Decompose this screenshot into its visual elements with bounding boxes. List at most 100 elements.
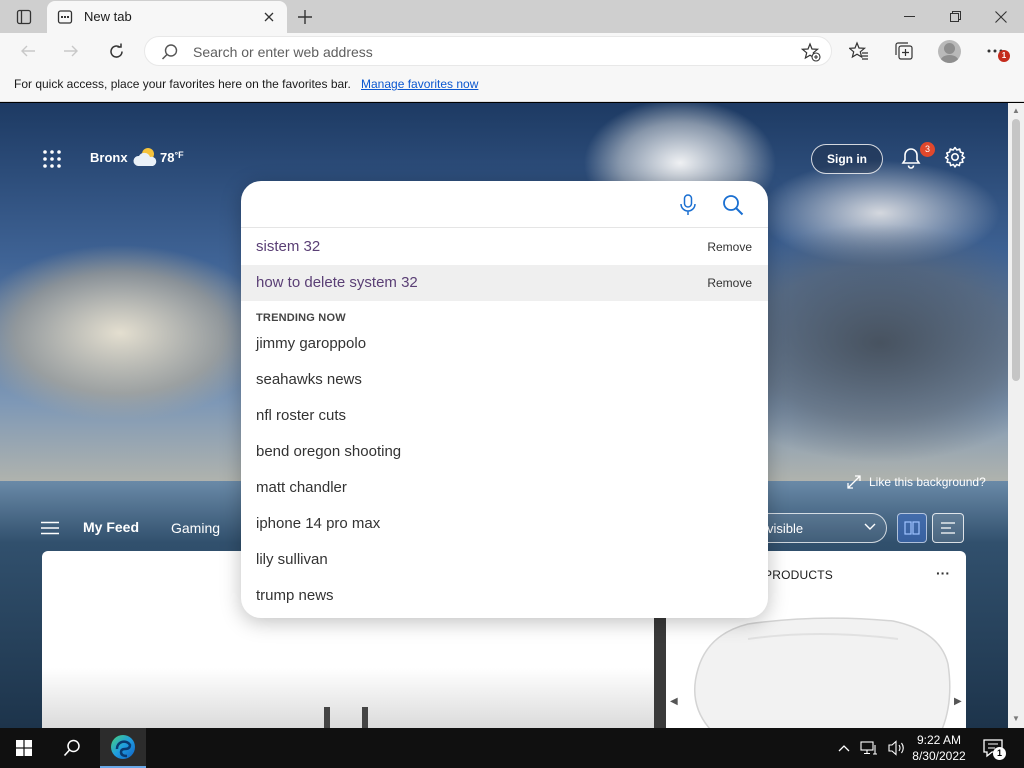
trending-now-heading: TRENDING NOW [256, 312, 346, 324]
search-icon[interactable] [722, 194, 744, 216]
web-search-input[interactable] [256, 191, 656, 219]
notifications-badge: 3 [920, 142, 935, 157]
close-icon [264, 12, 274, 22]
start-button[interactable] [0, 728, 48, 768]
navigation-toolbar: Search or enter web address [0, 33, 1024, 69]
gear-icon[interactable] [944, 146, 966, 168]
suggestion-text: matt chandler [256, 479, 347, 496]
restore-button[interactable] [932, 0, 978, 33]
network-icon[interactable] [860, 741, 878, 755]
suggestion-text: nfl roster cuts [256, 407, 347, 424]
products-card-more-button[interactable]: ··· [936, 565, 950, 581]
windows-taskbar: 9:22 AM 8/30/2022 1 [0, 728, 1024, 768]
trending-suggestion[interactable]: bend oregon shooting [241, 434, 768, 470]
scroll-down-icon[interactable]: ▼ [1012, 714, 1020, 723]
back-button[interactable] [13, 36, 43, 66]
taskbar-search-button[interactable] [48, 728, 96, 768]
edge-logo-icon [111, 735, 135, 759]
system-tray [838, 728, 906, 768]
products-card-title: PRODUCTS [764, 568, 833, 582]
tab-close-button[interactable] [259, 7, 279, 27]
history-suggestion[interactable]: sistem 32 Remove [241, 229, 768, 265]
windows-logo-icon [16, 740, 32, 756]
grid-layout-button[interactable] [897, 513, 927, 543]
forward-button[interactable] [56, 36, 86, 66]
temperature-unit: °F [174, 150, 184, 160]
trending-suggestion[interactable]: matt chandler [241, 470, 768, 506]
like-background-link[interactable]: Like this background? [847, 475, 986, 489]
more-notification-badge: 1 [998, 50, 1010, 62]
card-image-detail [362, 707, 368, 728]
card-divider [654, 618, 666, 728]
history-suggestion[interactable]: how to delete system 32 Remove [241, 265, 768, 301]
weather-location[interactable]: Bronx [90, 150, 128, 165]
app-launcher-icon[interactable] [42, 149, 62, 169]
suggestion-text: jimmy garoppolo [256, 335, 367, 352]
grid-layout-icon [904, 521, 920, 535]
remove-history-button[interactable]: Remove [707, 240, 752, 254]
suggestion-text: seahawks news [256, 371, 362, 388]
trending-suggestion[interactable]: iphone 14 pro max [241, 506, 768, 542]
tab-new-tab[interactable]: New tab [47, 1, 287, 33]
scroll-up-icon[interactable]: ▲ [1012, 106, 1020, 115]
pillow-product-image [694, 617, 951, 728]
tab-gaming[interactable]: Gaming [171, 520, 220, 536]
search-input-row [241, 181, 768, 228]
refresh-icon [109, 43, 123, 58]
partly-cloudy-icon [133, 148, 157, 166]
new-tab-favicon-icon [57, 10, 73, 24]
content-visibility-select[interactable]: ly visible [747, 513, 887, 543]
trending-suggestion[interactable]: trump news [241, 578, 768, 614]
chevron-up-icon[interactable] [838, 744, 850, 752]
action-center-badge: 1 [993, 747, 1006, 760]
search-dropdown: sistem 32 Remove how to delete system 32… [241, 181, 768, 618]
collections-button[interactable] [889, 36, 919, 66]
page-scrollbar[interactable]: ▲ ▼ [1008, 103, 1024, 728]
tab-actions-button[interactable] [8, 4, 40, 30]
suggestion-text: trump news [256, 587, 334, 604]
trending-suggestion[interactable]: jimmy garoppolo [241, 326, 768, 362]
microphone-icon[interactable] [678, 194, 698, 216]
manage-favorites-link[interactable]: Manage favorites now [361, 77, 478, 91]
list-layout-button[interactable] [932, 513, 964, 543]
tab-my-feed[interactable]: My Feed [83, 519, 139, 535]
add-favorite-icon[interactable] [801, 42, 821, 62]
tab-title: New tab [84, 9, 132, 24]
scrollbar-thumb[interactable] [1012, 119, 1020, 381]
refresh-button[interactable] [101, 36, 131, 66]
restore-icon [949, 11, 961, 22]
favorites-bar: For quick access, place your favorites h… [0, 69, 1024, 102]
address-bar[interactable]: Search or enter web address [144, 36, 832, 66]
profile-avatar[interactable] [938, 40, 961, 63]
close-window-button[interactable] [978, 0, 1024, 33]
trending-suggestion[interactable]: seahawks news [241, 362, 768, 398]
chevron-down-icon [864, 523, 876, 530]
search-icon [63, 739, 80, 757]
clock-time: 9:22 AM [916, 733, 962, 747]
address-placeholder: Search or enter web address [193, 44, 373, 60]
minimize-icon [903, 16, 915, 17]
new-tab-button[interactable] [292, 4, 318, 30]
trending-suggestion[interactable]: nfl roster cuts [241, 398, 768, 434]
weather-temperature[interactable]: 78°F [160, 150, 184, 165]
carousel-prev-icon[interactable]: ◀ [670, 696, 678, 707]
temperature-value: 78 [160, 150, 175, 165]
taskbar-edge-button[interactable] [100, 728, 146, 768]
expand-icon [847, 475, 861, 489]
tab-actions-icon [16, 9, 32, 25]
favorites-button[interactable] [844, 36, 874, 66]
remove-history-button[interactable]: Remove [707, 276, 752, 290]
favorites-bar-message: For quick access, place your favorites h… [14, 77, 351, 91]
close-icon [995, 10, 1007, 23]
trending-suggestion[interactable]: lily sullivan [241, 542, 768, 578]
collections-icon [895, 42, 913, 60]
minimize-button[interactable] [886, 0, 932, 33]
taskbar-clock[interactable]: 9:22 AM 8/30/2022 [904, 732, 974, 764]
like-background-text: Like this background? [869, 475, 986, 489]
suggestion-text: bend oregon shooting [256, 443, 402, 460]
search-icon [161, 44, 178, 60]
carousel-next-icon[interactable]: ▶ [954, 696, 962, 707]
hamburger-menu-icon[interactable] [41, 521, 59, 535]
tab-bar: New tab [0, 0, 1024, 33]
sign-in-button[interactable]: Sign in [811, 144, 883, 174]
